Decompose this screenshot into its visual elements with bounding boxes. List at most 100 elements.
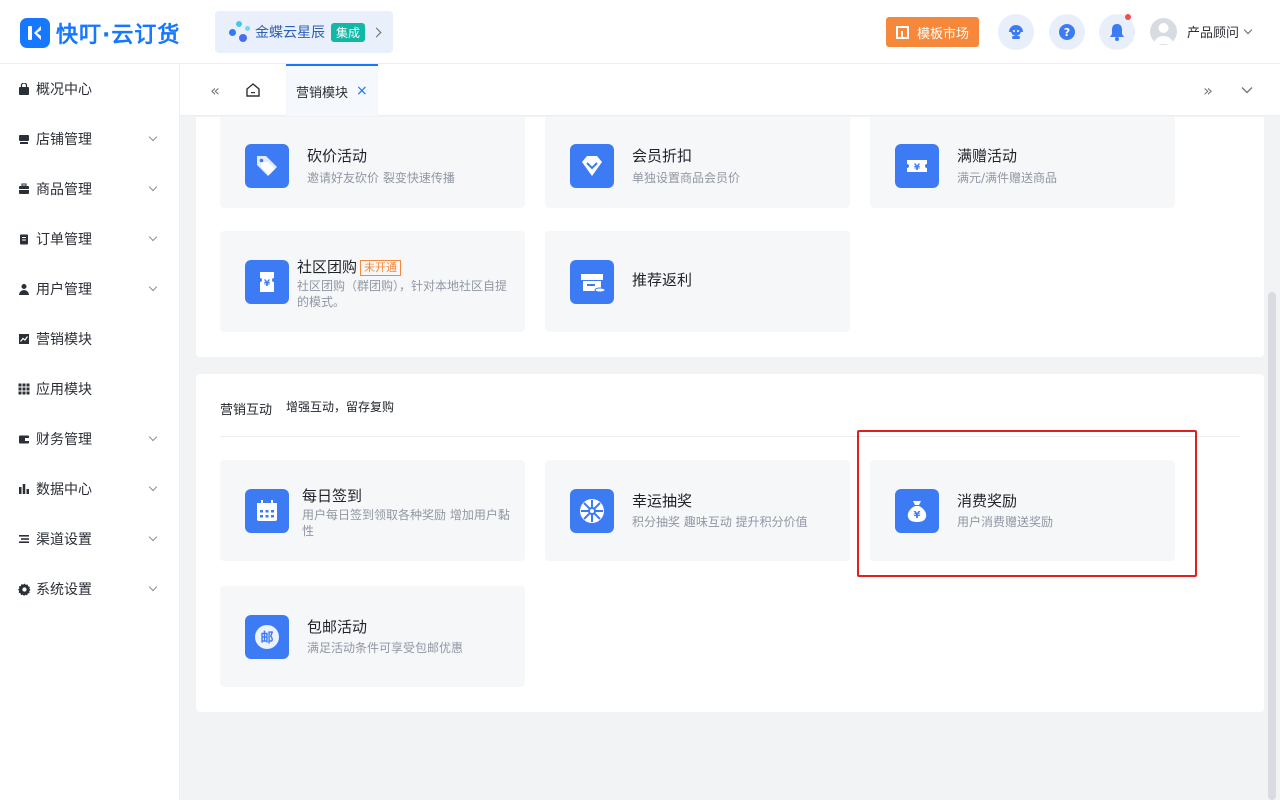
double-chevron-left-icon[interactable]: «	[205, 80, 225, 100]
sidebar-item-label: 系统设置	[36, 582, 92, 598]
sidebar-item-overview[interactable]: 概况中心	[0, 64, 179, 114]
integration-label: 金蝶云星辰	[255, 25, 325, 41]
diamond-icon	[570, 144, 614, 188]
chevron-down-icon	[148, 182, 158, 192]
tab-marketing[interactable]: 营销模块 ×	[286, 64, 378, 116]
sidebar-item-orders[interactable]: 订单管理	[0, 214, 179, 264]
user-menu[interactable]: 产品顾问	[1150, 18, 1253, 45]
card-free-shipping[interactable]: 邮 包邮活动 满足活动条件可享受包邮优惠	[220, 586, 525, 687]
svg-text:邮: 邮	[260, 630, 273, 646]
sidebar-item-label: 财务管理	[36, 432, 92, 448]
notification-dot	[1125, 14, 1131, 20]
sidebar-item-marketing[interactable]: 营销模块	[0, 314, 179, 364]
card-member-discount[interactable]: 会员折扣 单独设置商品会员价	[545, 117, 850, 208]
card-desc: 满元/满件赠送商品	[957, 171, 1058, 185]
notification-button[interactable]	[1099, 14, 1135, 50]
card-lucky-draw[interactable]: 幸运抽奖 积分抽奖 趣味互动 提升积分价值	[545, 460, 850, 561]
card-desc: 用户每日签到领取各种奖励 增加用户黏性	[302, 508, 510, 538]
svg-text:¥: ¥	[914, 510, 921, 521]
brand-logo[interactable]: 快叮·云订货	[20, 17, 180, 49]
help-button[interactable]: ?	[1049, 14, 1085, 50]
chevron-right-icon	[371, 27, 382, 37]
sidebar-item-label: 渠道设置	[36, 532, 92, 548]
section-title: 营销互动	[220, 403, 273, 418]
card-title: 会员折扣	[632, 147, 693, 165]
card-desc: 邀请好友砍价 裂变快速传播	[307, 171, 455, 185]
card-title: 幸运抽奖	[632, 492, 693, 510]
ticket-icon: ¥	[245, 260, 289, 304]
sidebar-item-users[interactable]: 用户管理	[0, 264, 179, 314]
card-desc: 用户消费赠送奖励	[957, 515, 1054, 529]
sidebar-item-apps[interactable]: 应用模块	[0, 364, 179, 414]
customer-service-button[interactable]	[998, 14, 1034, 50]
home-icon[interactable]	[243, 80, 263, 100]
svg-text:?: ?	[1064, 26, 1070, 39]
sidebar-item-finance[interactable]: 财务管理	[0, 414, 179, 464]
chevron-down-icon	[148, 482, 158, 492]
logo-icon	[20, 18, 50, 48]
integration-switch[interactable]: 金蝶云星辰 集成	[215, 11, 393, 53]
shop-coin-icon	[570, 260, 614, 304]
template-market-button[interactable]: 模板市场	[886, 17, 979, 47]
question-icon: ?	[1059, 24, 1075, 40]
sidebar-item-channels[interactable]: 渠道设置	[0, 514, 179, 564]
briefcase-icon	[17, 182, 31, 196]
price-tag-icon	[245, 144, 289, 188]
sidebar-item-label: 商品管理	[36, 182, 92, 198]
svg-text:¥: ¥	[914, 163, 921, 173]
chevron-down-icon	[148, 232, 158, 242]
top-header: 快叮·云订货 金蝶云星辰 集成 模板市场 ? 产品顾问	[0, 0, 1280, 64]
clipboard-icon	[17, 232, 31, 246]
main-content: 砍价活动 邀请好友砍价 裂变快速传播 会员折扣 单独设置商品会员价 ¥ 满赠活动…	[180, 117, 1280, 800]
status-badge: 未开通	[360, 259, 402, 276]
card-desc: 社区团购（群团购），针对本地社区自提的模式。	[297, 279, 508, 309]
card-title: 社区团购 未开通	[297, 256, 402, 277]
card-community-group-buy[interactable]: ¥ 社区团购 未开通 社区团购（群团购），针对本地社区自提的模式。	[220, 231, 525, 332]
template-market-label: 模板市场	[916, 26, 969, 42]
card-bargain[interactable]: 砍价活动 邀请好友砍价 裂变快速传播	[220, 117, 525, 208]
ticket-icon: ¥	[895, 144, 939, 188]
sidebar-item-settings[interactable]: 系统设置	[0, 564, 179, 614]
card-daily-checkin[interactable]: 每日签到 用户每日签到领取各种奖励 增加用户黏性	[220, 460, 525, 561]
card-purchase-reward[interactable]: ¥ 消费奖励 用户消费赠送奖励	[870, 460, 1175, 561]
sidebar-item-label: 营销模块	[36, 332, 92, 348]
brand-name: 快叮·云订货	[56, 23, 181, 48]
card-gift-with-purchase[interactable]: ¥ 满赠活动 满元/满件赠送商品	[870, 117, 1175, 208]
sidebar-item-label: 订单管理	[36, 232, 92, 248]
sidebar-item-label: 概况中心	[36, 82, 92, 98]
card-title: 消费奖励	[957, 492, 1018, 510]
card-title: 推荐返利	[632, 271, 693, 289]
integration-badge: 集成	[331, 22, 366, 42]
card-desc: 积分抽奖 趣味互动 提升积分价值	[632, 515, 808, 529]
tab-bar: « 营销模块 × »	[180, 64, 1280, 116]
gear-icon	[17, 582, 31, 596]
divider	[220, 436, 1240, 437]
user-icon	[17, 282, 31, 296]
user-name: 产品顾问	[1187, 26, 1240, 41]
sidebar-item-store[interactable]: 店铺管理	[0, 114, 179, 164]
tab-label: 营销模块	[296, 85, 349, 101]
chevron-down-icon	[1243, 25, 1253, 34]
chevron-down-icon[interactable]	[1237, 80, 1257, 100]
chevron-down-icon	[148, 582, 158, 592]
sidebar-item-data[interactable]: 数据中心	[0, 464, 179, 514]
section-subtitle: 增强互动，留存复购	[286, 400, 395, 414]
vertical-scrollbar[interactable]	[1268, 292, 1276, 800]
bar-chart-icon	[17, 482, 31, 496]
chevron-down-icon	[148, 532, 158, 542]
card-referral-rebate[interactable]: 推荐返利	[545, 231, 850, 332]
bell-icon	[1110, 24, 1124, 41]
close-icon[interactable]: ×	[356, 83, 368, 99]
card-title: 每日签到	[302, 487, 363, 505]
double-chevron-right-icon[interactable]: »	[1198, 80, 1218, 100]
card-desc: 满足活动条件可享受包邮优惠	[307, 641, 464, 655]
card-desc: 单独设置商品会员价	[632, 171, 741, 185]
sidebar-item-products[interactable]: 商品管理	[0, 164, 179, 214]
card-title: 包邮活动	[307, 618, 368, 636]
card-title: 满赠活动	[957, 147, 1018, 165]
sidebar: 概况中心 店铺管理 商品管理 订单管理 用户管理 营销模块 应用模块 财务管理 …	[0, 64, 180, 800]
sidebar-item-label: 应用模块	[36, 382, 92, 398]
sidebar-item-label: 店铺管理	[36, 132, 92, 148]
calendar-icon	[245, 489, 289, 533]
card-title-text: 社区团购	[297, 258, 358, 276]
